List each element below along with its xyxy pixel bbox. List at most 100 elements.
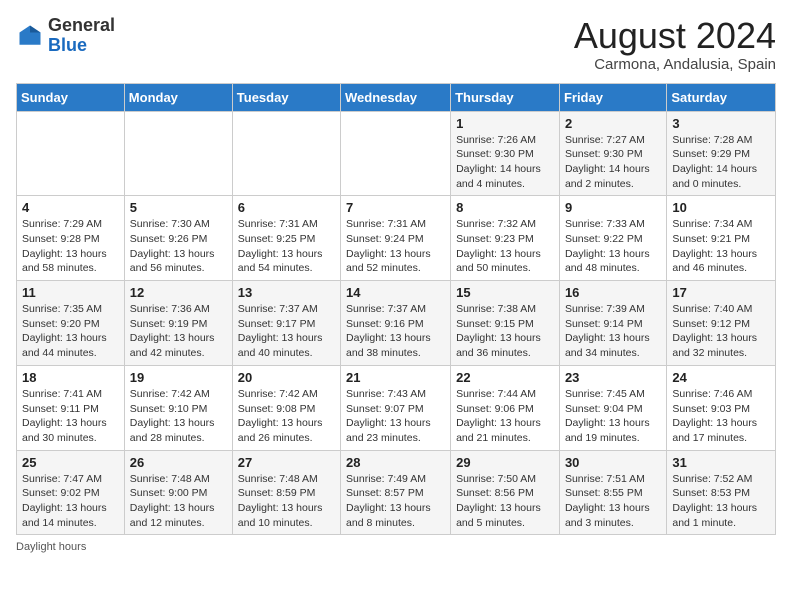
day-number: 2 bbox=[565, 116, 661, 131]
day-number: 8 bbox=[456, 200, 554, 215]
day-number: 11 bbox=[22, 285, 119, 300]
day-info: Sunrise: 7:38 AMSunset: 9:15 PMDaylight:… bbox=[456, 302, 554, 361]
calendar-week-row: 11Sunrise: 7:35 AMSunset: 9:20 PMDayligh… bbox=[17, 281, 776, 366]
logo: General Blue bbox=[16, 16, 115, 56]
calendar-cell: 22 Sunrise: 7:44 AMSunset: 9:06 PMDayligh… bbox=[451, 365, 560, 450]
calendar-week-row: 18 Sunrise: 7:41 AMSunset: 9:11 PMDayligh… bbox=[17, 365, 776, 450]
month-year-title: August 2024 bbox=[574, 16, 776, 56]
day-info: Sunrise: 7:34 AMSunset: 9:21 PMDaylight:… bbox=[672, 217, 770, 276]
day-info: Sunrise: 7:29 AMSunset: 9:28 PMDaylight:… bbox=[22, 217, 119, 276]
day-info: Sunrise: 7:42 AMSunset: 9:10 PMDaylight:… bbox=[130, 387, 227, 446]
calendar-cell: 17 Sunrise: 7:40 AMSunset: 9:12 PMDayligh… bbox=[667, 281, 776, 366]
calendar-cell bbox=[17, 111, 125, 196]
day-number: 25 bbox=[22, 455, 119, 470]
day-number: 28 bbox=[346, 455, 445, 470]
calendar-cell: 25 Sunrise: 7:47 AMSunset: 9:02 PMDayligh… bbox=[17, 450, 125, 535]
calendar-cell: 14 Sunrise: 7:37 AMSunset: 9:16 PMDayligh… bbox=[341, 281, 451, 366]
day-number: 23 bbox=[565, 370, 661, 385]
calendar-cell: 23Sunrise: 7:45 AMSunset: 9:04 PMDayligh… bbox=[559, 365, 666, 450]
day-number: 10 bbox=[672, 200, 770, 215]
calendar-cell bbox=[232, 111, 340, 196]
day-info: Sunrise: 7:37 AMSunset: 9:17 PMDaylight:… bbox=[238, 302, 335, 361]
daylight-hours-label: Daylight hours bbox=[16, 541, 86, 553]
day-number: 31 bbox=[672, 455, 770, 470]
day-number: 26 bbox=[130, 455, 227, 470]
day-number: 27 bbox=[238, 455, 335, 470]
day-info: Sunrise: 7:47 AMSunset: 9:02 PMDaylight:… bbox=[22, 472, 119, 531]
calendar-week-row: 1 Sunrise: 7:26 AMSunset: 9:30 PMDaylight… bbox=[17, 111, 776, 196]
day-number: 15 bbox=[456, 285, 554, 300]
day-number: 1 bbox=[456, 116, 554, 131]
day-info: Sunrise: 7:36 AMSunset: 9:19 PMDaylight:… bbox=[130, 302, 227, 361]
logo-general: General bbox=[48, 15, 115, 35]
calendar-cell: 24Sunrise: 7:46 AMSunset: 9:03 PMDayligh… bbox=[667, 365, 776, 450]
weekday-header-wednesday: Wednesday bbox=[341, 83, 451, 111]
day-info: Sunrise: 7:26 AMSunset: 9:30 PMDaylight:… bbox=[456, 133, 554, 192]
day-number: 6 bbox=[238, 200, 335, 215]
day-info: Sunrise: 7:49 AMSunset: 8:57 PMDaylight:… bbox=[346, 472, 445, 531]
calendar-cell: 29Sunrise: 7:50 AMSunset: 8:56 PMDayligh… bbox=[451, 450, 560, 535]
page-header: General Blue August 2024 Carmona, Andalu… bbox=[16, 16, 776, 73]
day-number: 17 bbox=[672, 285, 770, 300]
calendar-cell: 28 Sunrise: 7:49 AMSunset: 8:57 PMDayligh… bbox=[341, 450, 451, 535]
calendar-cell: 9Sunrise: 7:33 AMSunset: 9:22 PMDaylight… bbox=[559, 196, 666, 281]
weekday-header-thursday: Thursday bbox=[451, 83, 560, 111]
day-number: 14 bbox=[346, 285, 445, 300]
day-number: 18 bbox=[22, 370, 119, 385]
day-number: 12 bbox=[130, 285, 227, 300]
calendar-cell: 19 Sunrise: 7:42 AMSunset: 9:10 PMDayligh… bbox=[124, 365, 232, 450]
logo-icon bbox=[16, 22, 44, 50]
day-number: 5 bbox=[130, 200, 227, 215]
day-number: 16 bbox=[565, 285, 661, 300]
calendar-cell: 21Sunrise: 7:43 AMSunset: 9:07 PMDayligh… bbox=[341, 365, 451, 450]
calendar-cell bbox=[341, 111, 451, 196]
logo-text: General Blue bbox=[48, 16, 115, 56]
day-info: Sunrise: 7:52 AMSunset: 8:53 PMDaylight:… bbox=[672, 472, 770, 531]
day-info: Sunrise: 7:30 AMSunset: 9:26 PMDaylight:… bbox=[130, 217, 227, 276]
day-info: Sunrise: 7:37 AMSunset: 9:16 PMDaylight:… bbox=[346, 302, 445, 361]
calendar-cell: 13 Sunrise: 7:37 AMSunset: 9:17 PMDayligh… bbox=[232, 281, 340, 366]
calendar-week-row: 4Sunrise: 7:29 AMSunset: 9:28 PMDaylight… bbox=[17, 196, 776, 281]
day-number: 29 bbox=[456, 455, 554, 470]
day-info: Sunrise: 7:40 AMSunset: 9:12 PMDaylight:… bbox=[672, 302, 770, 361]
day-number: 19 bbox=[130, 370, 227, 385]
day-info: Sunrise: 7:31 AMSunset: 9:24 PMDaylight:… bbox=[346, 217, 445, 276]
calendar-cell: 18 Sunrise: 7:41 AMSunset: 9:11 PMDayligh… bbox=[17, 365, 125, 450]
weekday-header-sunday: Sunday bbox=[17, 83, 125, 111]
day-info: Sunrise: 7:41 AMSunset: 9:11 PMDaylight:… bbox=[22, 387, 119, 446]
calendar-cell: 4Sunrise: 7:29 AMSunset: 9:28 PMDaylight… bbox=[17, 196, 125, 281]
day-number: 13 bbox=[238, 285, 335, 300]
calendar-cell: 30Sunrise: 7:51 AMSunset: 8:55 PMDayligh… bbox=[559, 450, 666, 535]
weekday-header-tuesday: Tuesday bbox=[232, 83, 340, 111]
location-subtitle: Carmona, Andalusia, Spain bbox=[574, 56, 776, 73]
title-block: August 2024 Carmona, Andalusia, Spain bbox=[574, 16, 776, 73]
calendar-cell: 1 Sunrise: 7:26 AMSunset: 9:30 PMDaylight… bbox=[451, 111, 560, 196]
footer: Daylight hours bbox=[16, 541, 776, 553]
calendar-cell: 31 Sunrise: 7:52 AMSunset: 8:53 PMDayligh… bbox=[667, 450, 776, 535]
calendar-cell: 8 Sunrise: 7:32 AMSunset: 9:23 PMDaylight… bbox=[451, 196, 560, 281]
calendar-cell: 5 Sunrise: 7:30 AMSunset: 9:26 PMDaylight… bbox=[124, 196, 232, 281]
weekday-header-saturday: Saturday bbox=[667, 83, 776, 111]
day-info: Sunrise: 7:39 AMSunset: 9:14 PMDaylight:… bbox=[565, 302, 661, 361]
calendar-cell: 20Sunrise: 7:42 AMSunset: 9:08 PMDayligh… bbox=[232, 365, 340, 450]
day-info: Sunrise: 7:48 AMSunset: 9:00 PMDaylight:… bbox=[130, 472, 227, 531]
day-number: 22 bbox=[456, 370, 554, 385]
weekday-header-friday: Friday bbox=[559, 83, 666, 111]
calendar-cell: 15 Sunrise: 7:38 AMSunset: 9:15 PMDayligh… bbox=[451, 281, 560, 366]
day-info: Sunrise: 7:27 AMSunset: 9:30 PMDaylight:… bbox=[565, 133, 661, 192]
calendar-cell: 16 Sunrise: 7:39 AMSunset: 9:14 PMDayligh… bbox=[559, 281, 666, 366]
weekday-header-row: SundayMondayTuesdayWednesdayThursdayFrid… bbox=[17, 83, 776, 111]
day-info: Sunrise: 7:46 AMSunset: 9:03 PMDaylight:… bbox=[672, 387, 770, 446]
day-info: Sunrise: 7:31 AMSunset: 9:25 PMDaylight:… bbox=[238, 217, 335, 276]
day-info: Sunrise: 7:44 AMSunset: 9:06 PMDaylight:… bbox=[456, 387, 554, 446]
day-info: Sunrise: 7:32 AMSunset: 9:23 PMDaylight:… bbox=[456, 217, 554, 276]
day-info: Sunrise: 7:42 AMSunset: 9:08 PMDaylight:… bbox=[238, 387, 335, 446]
calendar-cell: 6 Sunrise: 7:31 AMSunset: 9:25 PMDaylight… bbox=[232, 196, 340, 281]
day-info: Sunrise: 7:33 AMSunset: 9:22 PMDaylight:… bbox=[565, 217, 661, 276]
calendar-cell: 2 Sunrise: 7:27 AMSunset: 9:30 PMDaylight… bbox=[559, 111, 666, 196]
day-number: 30 bbox=[565, 455, 661, 470]
calendar-cell: 27 Sunrise: 7:48 AMSunset: 8:59 PMDayligh… bbox=[232, 450, 340, 535]
day-info: Sunrise: 7:48 AMSunset: 8:59 PMDaylight:… bbox=[238, 472, 335, 531]
logo-blue: Blue bbox=[48, 35, 87, 55]
calendar-cell bbox=[124, 111, 232, 196]
